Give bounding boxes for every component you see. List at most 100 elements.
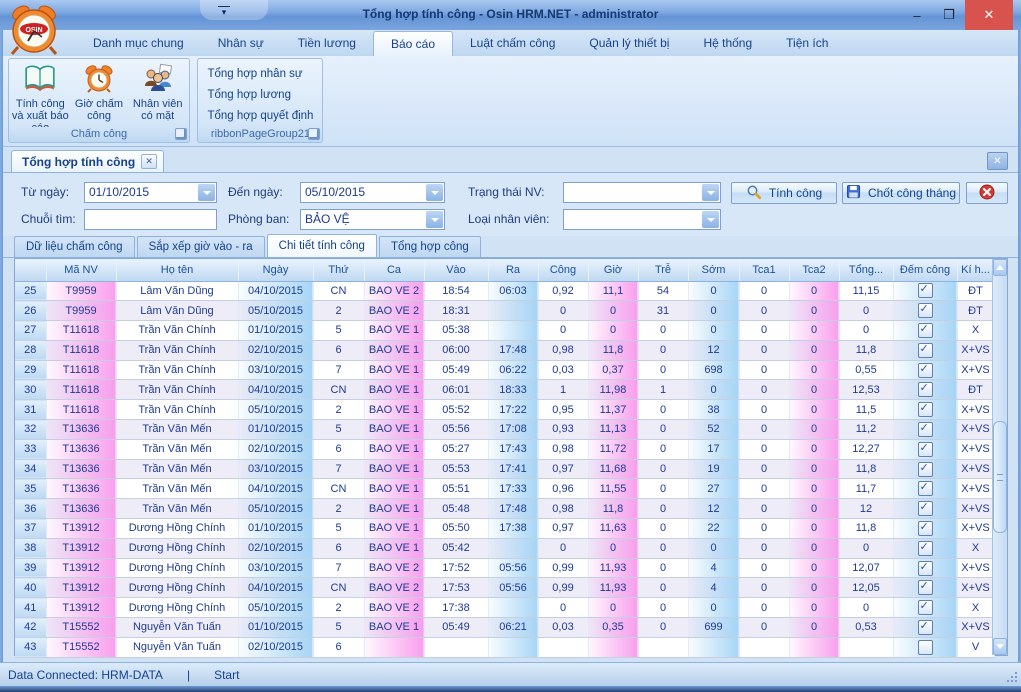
dialog-launcher-icon[interactable] [175,128,187,140]
column-header[interactable]: Tổng... [839,259,893,281]
resize-grip[interactable] [1015,680,1017,682]
column-header[interactable]: Trễ [638,259,688,281]
document-tab-close-icon[interactable]: ✕ [141,154,157,169]
table-row[interactable]: 33T13636Trần Văn Mến02/10/20156BAO VE 10… [15,439,994,459]
chevron-down-icon[interactable] [426,184,443,201]
ribbon-tab-he-thong[interactable]: Hệ thống [686,31,769,56]
app-logo-alarm-clock-icon[interactable]: OSIN [6,1,62,62]
tong-hop-quyet-dinh-item[interactable]: Tổng hợp quyết định [207,106,322,127]
dem-cong-checkbox[interactable] [918,580,933,595]
table-row[interactable]: 40T13912Dương Hồng Chính04/10/2015CNBAO … [15,578,994,598]
dem-cong-checkbox[interactable] [918,283,933,298]
ribbon-tab-nhan-su[interactable]: Nhân sự [201,31,281,56]
dem-cong-checkbox[interactable] [918,402,933,417]
tinh-cong-xuat-bao-cao-button[interactable]: Tính công và xuất báo cáo [11,62,70,126]
tab-panel-close-button[interactable]: ✕ [987,152,1008,170]
dem-cong-checkbox[interactable] [918,640,933,655]
scroll-up-icon[interactable] [993,259,1007,276]
column-header[interactable]: Giờ [588,259,638,281]
tong-hop-luong-item[interactable]: Tổng hợp lương [207,85,322,106]
document-tab[interactable]: Tổng hợp tính công ✕ [11,150,164,172]
table-row[interactable]: 42T15552Nguyễn Văn Tuấn01/10/20155BAO VE… [15,618,994,638]
column-header[interactable]: Vào [424,259,488,281]
tab-tong-hop-cong[interactable]: Tổng hợp công [379,236,481,257]
table-row[interactable]: 34T13636Trần Văn Mến03/10/20157BAO VE 10… [15,459,994,479]
table-row[interactable]: 43T15552Nguyễn Văn Tuấn02/10/20156V [15,637,994,657]
from-date-combo[interactable]: 01/10/2015 [84,182,217,203]
ribbon-tab-bao-cao[interactable]: Báo cáo [373,31,453,56]
table-row[interactable]: 30T11618Trần Văn Chính04/10/2015CNBAO VE… [15,380,994,400]
dem-cong-checkbox[interactable] [918,422,933,437]
dialog-launcher-icon[interactable] [308,128,320,140]
chevron-down-icon[interactable] [702,211,719,228]
dem-cong-checkbox[interactable] [918,561,933,576]
dem-cong-checkbox[interactable] [918,481,933,496]
table-row[interactable]: 36T13636Trần Văn Mến05/10/20152BAO VE 10… [15,499,994,519]
nhan-vien-co-mat-button[interactable]: Nhân viên có mặt [128,62,187,126]
close-button[interactable]: ✕ [965,0,1013,30]
dem-cong-checkbox[interactable] [918,501,933,516]
table-row[interactable]: 31T11618Trần Văn Chính05/10/20152BAO VE … [15,400,994,420]
dem-cong-checkbox[interactable] [918,323,933,338]
maximize-button[interactable]: ❒ [933,0,965,30]
search-input[interactable] [84,209,217,230]
column-header[interactable]: Tca1 [739,259,789,281]
table-row[interactable]: 29T11618Trần Văn Chính03/10/20157BAO VE … [15,360,994,380]
column-header[interactable]: Ngày [238,259,313,281]
ribbon-tab-luat-cham-cong[interactable]: Luật chấm công [453,31,572,56]
tong-hop-nhan-su-item[interactable]: Tổng hợp nhân sự [207,64,322,85]
column-header[interactable]: Kí h... [957,259,994,281]
chevron-down-icon[interactable] [702,184,719,201]
cancel-button[interactable] [966,182,1008,204]
column-header[interactable]: Ra [488,259,538,281]
column-header[interactable]: Mã NV [46,259,116,281]
tab-sap-xep-gio-vao-ra[interactable]: Sắp xếp giờ vào - ra [137,236,265,257]
dem-cong-checkbox[interactable] [918,541,933,556]
vertical-scrollbar[interactable] [992,259,1007,655]
table-row[interactable]: 32T13636Trần Văn Mến01/10/20155BAO VE 10… [15,420,994,440]
table-row[interactable]: 35T13636Trần Văn Mến04/10/2015CNBAO VE 1… [15,479,994,499]
column-header[interactable]: Đếm công [893,259,957,281]
column-header[interactable]: Họ tên [116,259,238,281]
tinh-cong-button[interactable]: Tính công [731,182,837,204]
table-row[interactable]: 27T11618Trần Văn Chính01/10/20155BAO VE … [15,321,994,341]
table-row[interactable]: 28T11618Trần Văn Chính02/10/20156BAO VE … [15,340,994,360]
ribbon-tab-tien-luong[interactable]: Tiền lương [281,31,373,56]
chevron-down-icon[interactable] [426,211,443,228]
dem-cong-checkbox[interactable] [918,442,933,457]
chot-cong-thang-button[interactable]: Chốt công tháng [842,182,960,204]
dem-cong-checkbox[interactable] [918,363,933,378]
gio-cham-cong-button[interactable]: Giờ chấm công [70,62,129,126]
ribbon-tab-tien-ich[interactable]: Tiện ích [769,31,845,56]
column-header[interactable]: Thứ [313,259,364,281]
dem-cong-checkbox[interactable] [918,303,933,318]
department-combo[interactable]: BẢO VỆ [300,209,445,230]
employee-status-combo[interactable] [563,182,721,203]
table-row[interactable]: 38T13912Dương Hồng Chính02/10/20156BAO V… [15,538,994,558]
scroll-down-icon[interactable] [993,638,1007,655]
table-row[interactable]: 26T9959Lâm Văn Dũng05/10/20152BAO VE 218… [15,301,994,321]
column-header[interactable]: Ca [364,259,424,281]
ribbon-tab-quan-ly-thiet-bi[interactable]: Quản lý thiết bị [572,31,686,56]
column-header[interactable]: Tca2 [789,259,839,281]
chevron-down-icon[interactable] [198,184,215,201]
to-date-combo[interactable]: 05/10/2015 [300,182,445,203]
table-row[interactable]: 25T9959Lâm Văn Dũng04/10/2015CNBAO VE 21… [15,281,994,301]
dem-cong-checkbox[interactable] [918,600,933,615]
tab-du-lieu-cham-cong[interactable]: Dữ liệu chấm công [14,236,135,257]
dem-cong-checkbox[interactable] [918,343,933,358]
dem-cong-checkbox[interactable] [918,382,933,397]
column-header[interactable]: Sớm [688,259,739,281]
table-row[interactable]: 37T13912Dương Hồng Chính01/10/20155BAO V… [15,519,994,539]
dem-cong-checkbox[interactable] [918,462,933,477]
minimize-button[interactable]: – [901,0,933,30]
table-row[interactable]: 39T13912Dương Hồng Chính03/10/20157BAO V… [15,558,994,578]
scrollbar-thumb[interactable] [993,421,1007,533]
dem-cong-checkbox[interactable] [918,521,933,536]
column-header[interactable]: Công [538,259,588,281]
ribbon-tab-danh-muc-chung[interactable]: Danh mục chung [76,31,201,56]
dem-cong-checkbox[interactable] [918,620,933,635]
tab-chi-tiet-tinh-cong[interactable]: Chi tiết tính công [267,234,377,257]
table-row[interactable]: 41T13912Dương Hồng Chính05/10/20152BAO V… [15,598,994,618]
employee-type-combo[interactable] [563,209,721,230]
